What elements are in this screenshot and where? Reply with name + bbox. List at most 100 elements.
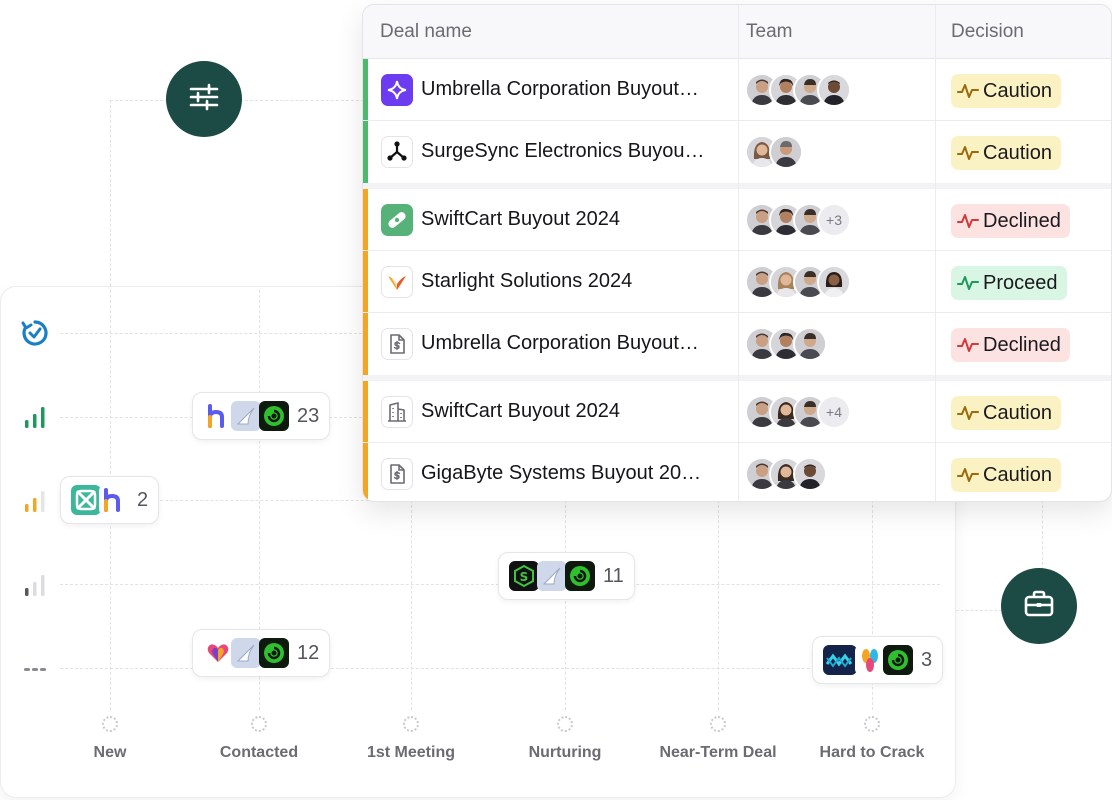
deals-table: Deal name Team Decision Umbrella Corpora… bbox=[362, 4, 1112, 502]
deal-name[interactable]: SwiftCart Buyout 2024 bbox=[421, 208, 729, 231]
team-avatars[interactable] bbox=[745, 73, 851, 107]
spiral-logo-icon bbox=[883, 645, 913, 675]
decision-badge[interactable]: Caution bbox=[951, 396, 1061, 430]
table-row[interactable]: Umbrella Corporation Buyout… Declined bbox=[363, 313, 1111, 375]
pulse-icon bbox=[957, 84, 979, 98]
column-header-team[interactable]: Team bbox=[746, 21, 792, 43]
table-row[interactable]: Umbrella Corporation Buyout… Caution bbox=[363, 59, 1111, 121]
bandage-logo-icon bbox=[381, 204, 413, 236]
column-divider bbox=[738, 5, 739, 501]
decision-label: Caution bbox=[983, 79, 1052, 102]
decision-label: Declined bbox=[983, 333, 1061, 356]
pulse-icon bbox=[957, 406, 979, 420]
s-logo-icon: S bbox=[509, 561, 539, 591]
more-members-count[interactable]: +4 bbox=[817, 395, 851, 429]
svg-text:S: S bbox=[520, 570, 529, 584]
table-row[interactable]: GigaByte Systems Buyout 20… Caution bbox=[363, 443, 1111, 501]
deal-name[interactable]: GigaByte Systems Buyout 20… bbox=[421, 462, 729, 485]
stage-new[interactable]: New bbox=[40, 716, 180, 762]
stage-1st-meeting[interactable]: 1st Meeting bbox=[341, 716, 481, 762]
document-dollar-icon bbox=[381, 458, 413, 490]
team-avatars[interactable]: +4 bbox=[745, 395, 851, 429]
deal-count: 23 bbox=[297, 404, 320, 427]
stage-label: Hard to Crack bbox=[819, 744, 925, 761]
no-priority-icon bbox=[18, 652, 52, 686]
spiral-logo-icon bbox=[565, 561, 595, 591]
signal-low-icon bbox=[18, 568, 52, 602]
stage-hard-to-crack[interactable]: Hard to Crack bbox=[802, 716, 942, 762]
team-avatars[interactable] bbox=[745, 457, 827, 491]
heart-logo-icon bbox=[203, 638, 233, 668]
frame-logo-icon bbox=[71, 485, 101, 515]
building-icon bbox=[381, 396, 413, 428]
stage-dot-icon bbox=[864, 716, 880, 732]
avatar bbox=[793, 457, 827, 491]
h-logo-icon bbox=[99, 485, 129, 515]
deal-count: 3 bbox=[921, 648, 933, 671]
decision-badge[interactable]: Proceed bbox=[951, 266, 1067, 300]
deal-name[interactable]: SurgeSync Electronics Buyou… bbox=[421, 140, 729, 163]
stage-nurturing[interactable]: Nurturing bbox=[495, 716, 635, 762]
deal-count-chip[interactable]: 2 bbox=[60, 476, 160, 524]
decision-badge[interactable]: Caution bbox=[951, 74, 1061, 108]
deal-count: 12 bbox=[297, 641, 320, 664]
feather-logo-icon bbox=[231, 401, 261, 431]
h-logo-icon bbox=[203, 401, 233, 431]
pulse-icon bbox=[957, 338, 979, 352]
filter-button[interactable] bbox=[166, 61, 242, 137]
table-row[interactable]: SwiftCart Buyout 2024 +4 Caution bbox=[363, 381, 1111, 443]
deal-name[interactable]: Umbrella Corporation Buyout… bbox=[421, 78, 729, 101]
grid-line bbox=[411, 500, 412, 710]
deal-name[interactable]: Umbrella Corporation Buyout… bbox=[421, 332, 729, 355]
table-row[interactable]: SwiftCart Buyout 2024 +3 Declined bbox=[363, 189, 1111, 251]
more-members-count[interactable]: +3 bbox=[817, 203, 851, 237]
table-header: Deal name Team Decision bbox=[363, 5, 1111, 59]
deal-count-chip[interactable]: 23 bbox=[192, 392, 331, 440]
decision-label: Caution bbox=[983, 141, 1052, 164]
connector-line bbox=[240, 100, 364, 101]
deal-count-chip[interactable]: 3 bbox=[812, 636, 944, 684]
team-avatars[interactable] bbox=[745, 327, 827, 361]
decision-badge[interactable]: Declined bbox=[951, 328, 1070, 362]
connector-line bbox=[956, 610, 1002, 611]
decision-badge[interactable]: Caution bbox=[951, 136, 1061, 170]
refresh-icon bbox=[18, 316, 52, 350]
team-avatars[interactable]: +3 bbox=[745, 203, 851, 237]
deal-count-chip[interactable]: S 11 bbox=[498, 552, 635, 600]
stage-label: Near-Term Deal bbox=[659, 744, 777, 761]
petal-logo-icon bbox=[855, 645, 885, 675]
column-header-decision[interactable]: Decision bbox=[951, 21, 1024, 43]
stage-contacted[interactable]: Contacted bbox=[189, 716, 329, 762]
briefcase-icon bbox=[1021, 586, 1057, 627]
pulse-icon bbox=[957, 276, 979, 290]
network-logo-icon bbox=[381, 136, 413, 168]
table-row[interactable]: SurgeSync Electronics Buyou… Caution bbox=[363, 121, 1111, 183]
avatar bbox=[769, 135, 803, 169]
stage-dot-icon bbox=[557, 716, 573, 732]
sliders-icon bbox=[186, 79, 222, 120]
deal-count: 2 bbox=[137, 488, 149, 511]
deal-name[interactable]: Starlight Solutions 2024 bbox=[421, 270, 729, 293]
decision-badge[interactable]: Caution bbox=[951, 458, 1061, 492]
feather-logo-icon bbox=[231, 638, 261, 668]
decision-badge[interactable]: Declined bbox=[951, 204, 1070, 238]
deal-name[interactable]: SwiftCart Buyout 2024 bbox=[421, 400, 729, 423]
stage-dot-icon bbox=[403, 716, 419, 732]
document-dollar-icon bbox=[381, 328, 413, 360]
team-avatars[interactable] bbox=[745, 265, 851, 299]
avatar bbox=[817, 73, 851, 107]
pulse-icon bbox=[957, 468, 979, 482]
portfolio-button[interactable] bbox=[1001, 568, 1077, 644]
deal-count-chip[interactable]: 12 bbox=[192, 629, 331, 677]
avatar bbox=[793, 327, 827, 361]
decision-label: Caution bbox=[983, 401, 1052, 424]
spiral-logo-icon bbox=[259, 638, 289, 668]
stage-label: Contacted bbox=[219, 744, 299, 761]
decision-label: Declined bbox=[983, 209, 1061, 232]
stage-near-term-deal[interactable]: Near-Term Deal bbox=[648, 716, 788, 762]
wave-logo-icon bbox=[823, 645, 857, 675]
stage-label: New bbox=[93, 744, 127, 761]
table-row[interactable]: Starlight Solutions 2024 Proceed bbox=[363, 251, 1111, 313]
team-avatars[interactable] bbox=[745, 135, 803, 169]
column-header-deal-name[interactable]: Deal name bbox=[380, 21, 472, 43]
